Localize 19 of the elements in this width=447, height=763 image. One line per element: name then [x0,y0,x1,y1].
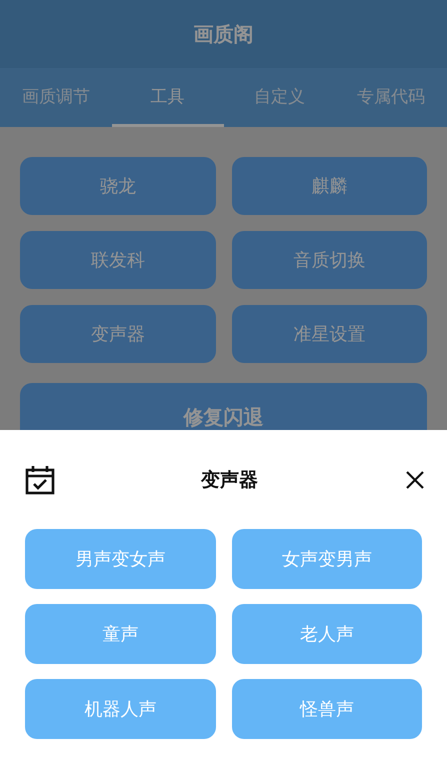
tool-button[interactable]: 准星设置 [232,305,427,363]
tool-button[interactable]: 麒麟 [232,157,427,215]
tool-button[interactable]: 音质切换 [232,231,427,289]
tab[interactable]: 自定义 [224,68,336,127]
voice-option-button[interactable]: 童声 [25,604,216,664]
voice-option-button[interactable]: 怪兽声 [232,679,422,739]
voice-option-button[interactable]: 男声变女声 [25,529,216,589]
tool-button[interactable]: 骁龙 [20,157,216,215]
calendar-check-icon [24,464,56,496]
tool-button[interactable]: 联发科 [20,231,216,289]
tab[interactable]: 画质调节 [0,68,112,127]
tab[interactable]: 工具 [112,68,224,127]
voice-option-button[interactable]: 机器人声 [25,679,216,739]
app-title: 画质阁 [194,20,254,48]
voice-option-button[interactable]: 老人声 [232,604,422,664]
tool-button[interactable]: 变声器 [20,305,216,363]
voice-option-button[interactable]: 女声变男声 [232,529,422,589]
sheet-title: 变声器 [201,468,258,493]
tab[interactable]: 专属代码 [335,68,447,127]
